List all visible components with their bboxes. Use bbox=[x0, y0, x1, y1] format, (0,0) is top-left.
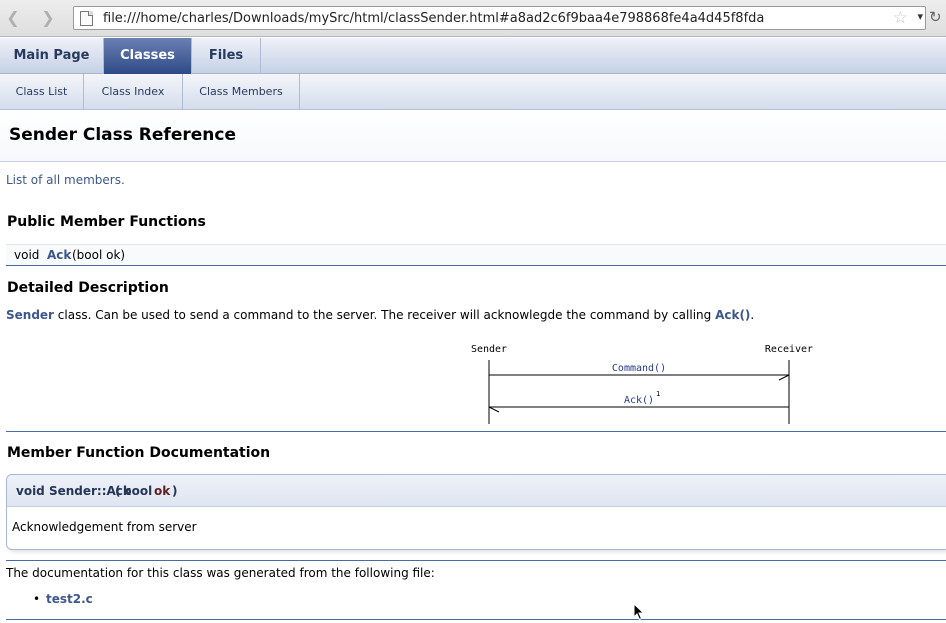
star-icon[interactable]: ☆ bbox=[893, 8, 908, 28]
url-bar[interactable]: file:///home/charles/Downloads/mySrc/htm… bbox=[73, 6, 926, 30]
sub-nav-tabs: Class List Class Index Class Members bbox=[0, 74, 946, 110]
tab-main-page[interactable]: Main Page bbox=[0, 38, 104, 74]
message-ack-superscript: 1 bbox=[656, 390, 660, 398]
detailed-description: Sender class. Can be used to send a comm… bbox=[6, 308, 754, 322]
proto-paren-close: ) bbox=[172, 484, 178, 498]
detailed-description-heading: Detailed Description bbox=[7, 280, 169, 296]
browser-toolbar: ❮ ❯ file:///home/charles/Downloads/mySrc… bbox=[0, 0, 946, 37]
member-ack-link[interactable]: Ack bbox=[47, 246, 71, 264]
proto-name: void Sender::Ack bbox=[16, 484, 131, 498]
message-ack-label[interactable]: Ack() bbox=[624, 395, 654, 406]
url-text[interactable]: file:///home/charles/Downloads/mySrc/htm… bbox=[103, 11, 764, 26]
ack-link[interactable]: Ack() bbox=[715, 308, 750, 322]
footer-text: The documentation for this class was gen… bbox=[6, 566, 435, 580]
proto-param-name: ok bbox=[154, 484, 171, 498]
bottom-divider bbox=[6, 619, 946, 620]
page-title: Sender Class Reference bbox=[9, 125, 236, 145]
public-functions-heading: Public Member Functions bbox=[7, 214, 206, 230]
member-prototype: void Sender::Ack ( bool ok ) bbox=[7, 475, 946, 507]
page-header: Sender Class Reference bbox=[0, 110, 946, 162]
entity-sender: Sender bbox=[471, 344, 507, 355]
member-row: void Ack (bool ok) bbox=[6, 244, 946, 266]
footer-divider bbox=[6, 560, 946, 561]
message-ack-arrowhead bbox=[488, 406, 500, 413]
main-nav-tabs: Main Page Classes Files bbox=[0, 38, 946, 74]
sender-class-link[interactable]: Sender bbox=[6, 308, 54, 322]
page-icon bbox=[80, 11, 93, 26]
tab-files[interactable]: Files bbox=[192, 38, 261, 74]
member-doc-text: Acknowledgement from server bbox=[12, 520, 197, 534]
proto-param-type: bool bbox=[123, 484, 153, 498]
description-text: class. Can be used to send a command to … bbox=[53, 308, 716, 322]
bullet-icon: • bbox=[33, 592, 41, 606]
message-command-label[interactable]: Command() bbox=[612, 363, 666, 374]
dropdown-icon[interactable]: ▾ bbox=[917, 10, 923, 23]
proto-paren-open: ( bbox=[115, 484, 121, 498]
message-command-arrowhead bbox=[778, 374, 790, 381]
back-arrow-icon[interactable]: ❮ bbox=[3, 8, 23, 28]
subtab-class-index[interactable]: Class Index bbox=[84, 74, 183, 110]
forward-arrow-icon[interactable]: ❯ bbox=[38, 8, 58, 28]
entity-receiver: Receiver bbox=[765, 344, 813, 355]
reload-icon[interactable]: ↻ bbox=[929, 8, 942, 26]
mouse-cursor-icon bbox=[633, 603, 645, 621]
sequence-diagram: Sender Receiver Command() Ack() 1 bbox=[471, 344, 813, 424]
subtab-class-list[interactable]: Class List bbox=[0, 74, 84, 110]
section-divider bbox=[6, 431, 946, 432]
tab-classes[interactable]: Classes bbox=[104, 38, 192, 74]
file-link-test2[interactable]: test2.c bbox=[46, 592, 93, 606]
member-doc-item: void Sender::Ack ( bool ok ) Acknowledge… bbox=[6, 474, 946, 550]
description-end: . bbox=[750, 308, 755, 322]
member-args: (bool ok) bbox=[72, 248, 126, 262]
member-type: void bbox=[14, 248, 40, 262]
member-doc-heading: Member Function Documentation bbox=[7, 445, 271, 461]
subtab-class-members[interactable]: Class Members bbox=[183, 74, 300, 110]
all-members-link[interactable]: List of all members. bbox=[6, 173, 125, 187]
